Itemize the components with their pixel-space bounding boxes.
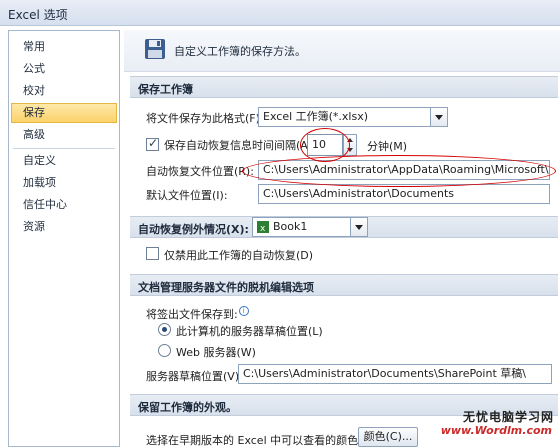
workbook-select[interactable]: x Book1 bbox=[252, 217, 368, 237]
save-format-select[interactable]: Excel 工作簿(*.xlsx) bbox=[258, 107, 448, 127]
disable-autorecover-label: 仅禁用此工作簿的自动恢复(D) bbox=[164, 249, 314, 262]
section-title: 保存工作簿 bbox=[138, 83, 193, 96]
section-appearance: 保留工作簿的外观。 bbox=[130, 394, 558, 416]
svg-text:x: x bbox=[260, 224, 266, 233]
default-location-value: C:\Users\Administrator\Documents bbox=[263, 187, 455, 200]
radio-local-drafts[interactable] bbox=[158, 323, 171, 336]
section-offline-editing: 文档管理服务器文件的脱机编辑选项 bbox=[130, 274, 558, 296]
section-title: 自动恢复例外情况(X): bbox=[138, 223, 249, 236]
sidebar-divider bbox=[13, 148, 115, 149]
sidebar-item-add-ins[interactable]: 加载项 bbox=[11, 173, 117, 193]
sidebar-item-save[interactable]: 保存 bbox=[11, 103, 117, 123]
window-title: Excel 选项 bbox=[8, 8, 68, 22]
save-format-value: Excel 工作簿(*.xlsx) bbox=[263, 110, 369, 123]
chevron-down-icon[interactable] bbox=[350, 218, 367, 236]
title-bar: Excel 选项 bbox=[0, 0, 560, 26]
info-icon: i bbox=[238, 306, 249, 316]
checkout-label-text: 将签出文件保存到: bbox=[146, 308, 238, 321]
sidebar-item-resources[interactable]: 资源 bbox=[11, 217, 117, 237]
autorecover-location-input[interactable]: C:\Users\Administrator\AppData\Roaming\M… bbox=[258, 160, 550, 180]
sidebar-item-advanced[interactable]: 高级 bbox=[11, 125, 117, 145]
colors-label: 选择在早期版本的 Excel 中可以查看的颜色:i bbox=[146, 432, 373, 447]
drafts-location-input[interactable]: C:\Users\Administrator\Documents\SharePo… bbox=[238, 364, 552, 384]
save-format-label: 将文件保存为此格式(F): bbox=[146, 112, 264, 125]
sidebar-item-general[interactable]: 常用 bbox=[11, 37, 117, 57]
options-main-panel: 自定义工作簿的保存方法。 保存工作簿 将文件保存为此格式(F): Excel 工… bbox=[124, 30, 560, 447]
section-title: 文档管理服务器文件的脱机编辑选项 bbox=[138, 281, 314, 294]
sidebar-item-trust-center[interactable]: 信任中心 bbox=[11, 195, 117, 215]
colors-button[interactable]: 颜色(C)... bbox=[358, 427, 418, 447]
sidebar-item-formulas[interactable]: 公式 bbox=[11, 59, 117, 79]
section-save-workbooks: 保存工作簿 bbox=[130, 76, 558, 98]
minutes-label: 分钟(M) bbox=[367, 140, 408, 153]
page-header: 自定义工作簿的保存方法。 bbox=[124, 30, 560, 72]
drafts-location-label: 服务器草稿位置(V): bbox=[146, 370, 243, 383]
radio-local-drafts-label: 此计算机的服务器草稿位置(L) bbox=[176, 325, 323, 338]
autorecover-minutes-value: 10 bbox=[312, 138, 326, 151]
radio-web-server-label: Web 服务器(W) bbox=[176, 346, 256, 359]
radio-web-server[interactable] bbox=[158, 344, 171, 357]
options-sidebar: 常用 公式 校对 保存 高级 自定义 加载项 信任中心 资源 bbox=[8, 30, 120, 447]
floppy-disk-icon bbox=[145, 39, 165, 59]
sidebar-item-customize[interactable]: 自定义 bbox=[11, 151, 117, 171]
autorecover-location-label: 自动恢复文件位置(R): bbox=[146, 165, 254, 178]
drafts-location-value: C:\Users\Administrator\Documents\SharePo… bbox=[243, 367, 526, 380]
autorecover-label: 保存自动恢复信息时间间隔(A) bbox=[164, 139, 313, 152]
radio-selected-dot bbox=[162, 327, 167, 332]
disable-autorecover-checkbox[interactable] bbox=[146, 247, 159, 260]
minutes-spinner[interactable] bbox=[343, 134, 357, 156]
autorecover-minutes-input[interactable]: 10 bbox=[307, 134, 343, 156]
colors-label-text: 选择在早期版本的 Excel 中可以查看的颜色: bbox=[146, 434, 362, 447]
section-title: 保留工作簿的外观。 bbox=[138, 401, 237, 414]
default-location-input[interactable]: C:\Users\Administrator\Documents bbox=[258, 184, 550, 204]
spinner-down-icon[interactable] bbox=[347, 148, 353, 152]
default-location-label: 默认文件位置(I): bbox=[146, 189, 228, 202]
checkout-label: 将签出文件保存到: i bbox=[146, 306, 249, 322]
check-icon: ✓ bbox=[148, 136, 159, 150]
workbook-value: Book1 bbox=[273, 220, 308, 233]
chevron-down-icon[interactable] bbox=[430, 108, 447, 126]
autorecover-checkbox[interactable]: ✓ bbox=[146, 136, 159, 151]
page-header-text: 自定义工作簿的保存方法。 bbox=[174, 45, 306, 58]
excel-workbook-icon: x bbox=[257, 221, 269, 233]
sidebar-item-proofing[interactable]: 校对 bbox=[11, 81, 117, 101]
spinner-up-icon[interactable] bbox=[347, 138, 353, 142]
autorecover-location-value: C:\Users\Administrator\AppData\Roaming\M… bbox=[263, 163, 550, 176]
